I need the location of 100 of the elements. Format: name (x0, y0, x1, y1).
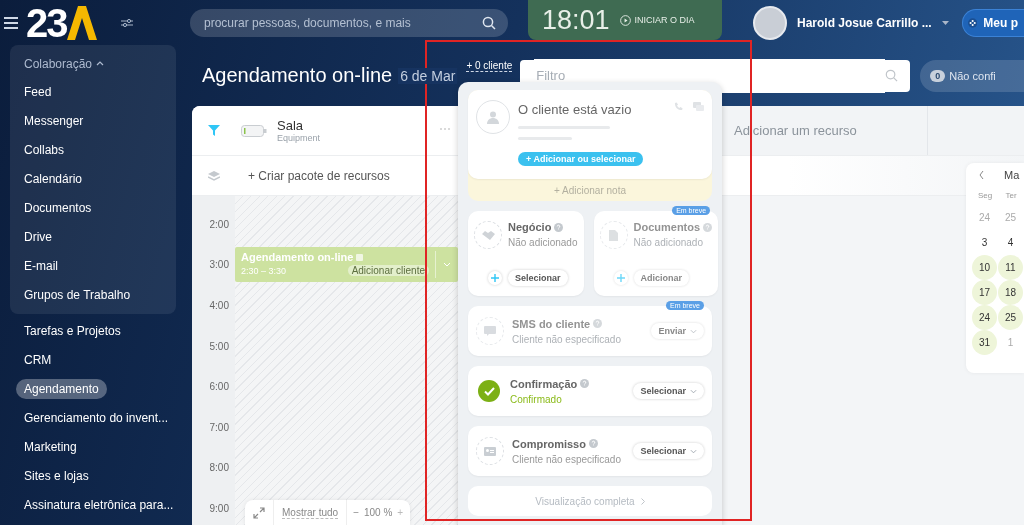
search-icon[interactable] (482, 15, 496, 30)
avatar[interactable] (753, 5, 787, 40)
caret-icon (690, 328, 697, 334)
hour-label: 9:00 (209, 502, 229, 514)
my-plan-button[interactable]: Meu p (962, 8, 1024, 37)
weekday-label: Seg (977, 191, 993, 200)
document-icon (609, 229, 618, 241)
calendar-day[interactable]: 3 (972, 230, 997, 255)
event-block[interactable]: Agendamento on-line 2:30 – 3:30 Adicionar cliente (235, 247, 458, 282)
layers-icon[interactable] (207, 170, 220, 181)
caret-icon[interactable] (941, 20, 949, 25)
calendar-day[interactable]: 17 (972, 280, 997, 305)
sidebar-item[interactable]: CRM (16, 350, 60, 370)
card-status: Não adicionado (633, 237, 704, 248)
card-status: Confirmado (510, 393, 563, 405)
calendar-day[interactable]: 24 (972, 305, 997, 330)
search-field[interactable]: procurar pessoas, documentos, e mais (190, 8, 508, 37)
sidebar-item[interactable]: Assinatura eletrônica para... (16, 495, 182, 515)
chevron-up-icon[interactable] (96, 61, 105, 66)
card-title: Negócio (508, 221, 552, 233)
help-icon (580, 379, 590, 388)
sidebar-item[interactable]: Drive (16, 227, 60, 247)
show-all-link[interactable]: Mostrar tudo (282, 506, 339, 519)
hour-label: 8:00 (209, 462, 229, 474)
sidebar-group-header[interactable]: Colaboração (24, 56, 93, 71)
caret-icon (690, 388, 697, 394)
unconfirmed-button[interactable]: 0 Não confi (920, 59, 1024, 92)
help-icon (588, 439, 598, 448)
hour-label: 6:00 (209, 381, 229, 393)
sidebar-item[interactable]: Documentos (16, 198, 100, 218)
dropdown-button[interactable]: Selecionar (633, 443, 704, 459)
calendar-day[interactable]: 10 (972, 255, 997, 280)
sidebar-item[interactable]: Calendário (16, 169, 91, 189)
chevron-down-icon[interactable] (443, 262, 451, 267)
logo-text: 23 (26, 2, 67, 43)
sidebar-item[interactable]: Messenger (16, 111, 92, 131)
hour-label: 4:00 (209, 300, 229, 311)
help-icon (593, 319, 603, 328)
date-label[interactable]: 6 de Mar (398, 67, 458, 84)
resource-name[interactable]: Sala (277, 118, 321, 133)
card-status: Cliente não especificado (512, 333, 622, 345)
sidebar-item[interactable]: Grupos de Trabalho (16, 285, 139, 305)
card-title: Compromisso (512, 437, 586, 450)
sidebar-item[interactable]: Marketing (16, 437, 85, 457)
month-label[interactable]: Ma (1004, 169, 1020, 181)
logo-mark-icon (66, 5, 97, 40)
calendar-day[interactable]: 11 (998, 255, 1023, 280)
battery-icon (241, 124, 267, 137)
event-title: Agendamento on-line (241, 251, 354, 263)
count-badge: 0 (930, 69, 946, 82)
weekday-label: Ter (1005, 191, 1017, 200)
select-button[interactable]: Selecionar (508, 270, 568, 286)
hour-label: 3:00 (209, 259, 229, 271)
checkmark-icon (483, 386, 495, 396)
clock-time: 18:01 (542, 4, 610, 36)
hour-label: 7:00 (209, 421, 229, 433)
help-icon (703, 222, 713, 232)
user-name[interactable]: Harold Josue Carrillo ... (797, 15, 932, 30)
sidebar-item[interactable]: Sites e lojas (16, 466, 97, 486)
sidebar-item[interactable]: Feed (16, 82, 60, 102)
calendar-day[interactable]: 18 (998, 280, 1023, 305)
card-title: SMS do cliente (512, 317, 591, 330)
message-icon (484, 326, 496, 336)
id-card-icon (484, 446, 496, 456)
card-title: Documentos (633, 221, 701, 233)
resource-type: Equipment (277, 133, 321, 143)
sidebar-item[interactable]: Tarefas e Projetos (16, 321, 129, 341)
clients-link[interactable]: + 0 cliente (466, 60, 513, 72)
page-title: Agendamento on-line (202, 64, 393, 87)
calendar-day[interactable]: 4 (998, 230, 1023, 255)
add-client-button[interactable]: Adicionar cliente (347, 265, 429, 276)
chevron-left-icon[interactable] (979, 171, 984, 179)
search-field[interactable]: procurar pessoas, documentos, e mais (202, 7, 482, 38)
sidebar-item[interactable]: Gerenciamento do invent... (16, 408, 177, 428)
sidebar-item[interactable]: E-mail (16, 256, 66, 276)
zoom-out-button[interactable]: − (353, 507, 359, 518)
phone-icon[interactable] (674, 102, 683, 111)
filter-icon[interactable] (207, 125, 220, 136)
unconfirmed-label: Não confi (949, 69, 996, 82)
create-bundle-link[interactable]: + Criar pacote de recursos (248, 168, 390, 183)
caret-icon (690, 448, 697, 454)
sidebar-item[interactable]: Collabs (16, 140, 73, 160)
zoom-level: 100 % (364, 507, 393, 518)
expand-icon[interactable] (253, 506, 265, 519)
sliders-icon[interactable] (120, 17, 133, 28)
sidebar-item[interactable]: Agendamento (16, 379, 107, 399)
dropdown-button[interactable]: Selecionar (633, 383, 704, 399)
plus-icon[interactable] (491, 274, 499, 282)
event-time: 2:30 – 3:30 (241, 265, 287, 276)
calendar-day[interactable]: 31 (972, 330, 997, 355)
hour-label: 5:00 (209, 340, 229, 352)
play-icon (619, 14, 631, 26)
chat-icon[interactable] (693, 102, 704, 111)
person-icon (486, 110, 500, 124)
note-icon (356, 253, 364, 261)
menu-icon[interactable] (4, 16, 18, 29)
card-title: Confirmação (510, 377, 578, 390)
card-status: Cliente não especificado (512, 453, 622, 465)
calendar-day[interactable]: 25 (998, 305, 1023, 330)
start-day-button[interactable]: INICIAR O DIA (619, 14, 695, 26)
